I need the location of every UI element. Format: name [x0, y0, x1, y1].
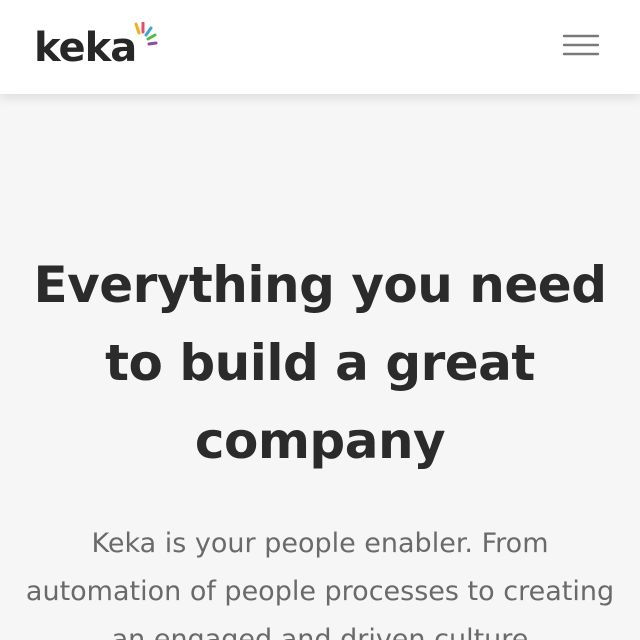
site-header: keka [0, 0, 640, 94]
keka-logo[interactable]: keka [34, 22, 164, 74]
logo-wordmark: keka [34, 25, 137, 71]
hero-section: Everything you need to build a great com… [0, 94, 640, 640]
hero-title: Everything you need to build a great com… [33, 256, 608, 470]
hamburger-menu-icon [562, 34, 600, 56]
page: keka Everything you need to build a grea… [0, 0, 640, 640]
logo-rays-icon [134, 22, 158, 46]
hero-subtitle: Keka is your people enabler. From automa… [25, 528, 615, 640]
hamburger-menu-button[interactable] [558, 28, 602, 62]
